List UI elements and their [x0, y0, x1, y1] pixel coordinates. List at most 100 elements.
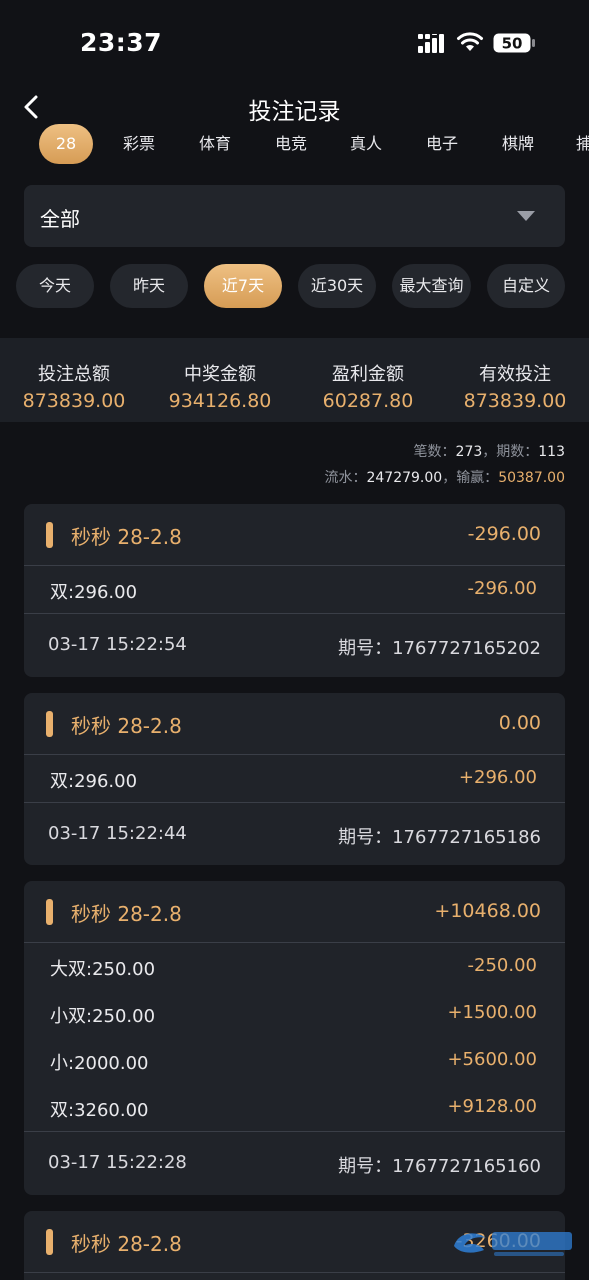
record-footer: 03-17 15:22:28 期号：1767727165160 — [24, 1132, 565, 1194]
record-bets: 大双:250.00 -250.00 小双:250.00 +1500.00 小:2… — [24, 943, 565, 1132]
record-game-name: 秒秒 28-2.8 — [71, 1232, 182, 1256]
page-title: 投注记录 — [248, 99, 341, 125]
bet-detail: 双:296.00 — [50, 771, 138, 792]
flow-stats: 流水：247279.00，输赢：50387.00 — [324, 467, 565, 487]
record-header: 秒秒 28-2.8 +10468.00 — [24, 881, 565, 943]
tab-28[interactable]: 28 — [39, 124, 93, 164]
record-header: 秒秒 28-2.8 0.00 — [24, 693, 565, 755]
record-header: 秒秒 28-2.8 -296.00 — [24, 504, 565, 566]
period-value: 1767727165160 — [392, 1156, 541, 1177]
bet-row: 小:2000.00 +5600.00 — [24, 1037, 565, 1084]
date-filter-7-days[interactable]: 近7天 — [204, 264, 282, 308]
bet-result: +296.00 — [458, 767, 537, 788]
record-game-name: 秒秒 28-2.8 — [71, 902, 182, 926]
accent-bar — [46, 522, 53, 548]
summary-value: 934126.80 — [168, 390, 272, 412]
tab-esports[interactable]: 电竞 — [269, 124, 313, 164]
summary-label: 有效投注 — [479, 364, 551, 385]
date-filter-today[interactable]: 今天 — [16, 264, 94, 308]
watermark-logo — [454, 1232, 572, 1256]
period-label: 期号： — [338, 827, 393, 848]
accent-bar — [46, 899, 53, 925]
record-period: 期号：1767727165202 — [338, 634, 541, 660]
bet-record-card[interactable]: 秒秒 28-2.8 0.00 双:296.00 +296.00 03-17 15… — [24, 693, 565, 865]
tab-slots[interactable]: 电子 — [420, 124, 464, 164]
summary-total-bet: 投注总额 873839.00 — [14, 360, 134, 412]
record-bets: 双:296.00 +296.00 — [24, 755, 565, 803]
bet-result: -296.00 — [467, 578, 537, 599]
bet-result: +9128.00 — [447, 1096, 537, 1117]
date-filter-custom[interactable]: 自定义 — [487, 264, 565, 308]
count-stats: 笔数：273，期数：113 — [414, 441, 565, 461]
game-type-select[interactable]: 全部 — [24, 185, 565, 247]
record-total: -296.00 — [467, 523, 541, 545]
record-footer: 03-17 15:22:44 期号：1767727165186 — [24, 803, 565, 865]
bet-record-card[interactable]: 秒秒 28-2.8 -296.00 双:296.00 -296.00 03-17… — [24, 504, 565, 677]
summary-value: 873839.00 — [463, 390, 567, 412]
record-game-name: 秒秒 28-2.8 — [71, 525, 182, 549]
record-time: 03-17 15:22:54 — [48, 634, 187, 655]
cellular-signal-icon — [418, 34, 444, 53]
date-filter-yesterday[interactable]: 昨天 — [110, 264, 188, 308]
periods-label: 期数： — [496, 444, 539, 460]
summary-label: 中奖金额 — [184, 364, 256, 385]
record-time: 03-17 15:22:28 — [48, 1152, 187, 1173]
periods-value: 113 — [538, 444, 565, 460]
bet-row: 双:296.00 +296.00 — [24, 755, 565, 802]
bet-row: 双:3260.00 +9128.00 — [24, 1084, 565, 1131]
tab-fishing[interactable]: 捕 — [576, 124, 589, 164]
caret-down-icon — [517, 211, 535, 221]
tab-lottery[interactable]: 彩票 — [117, 124, 161, 164]
flow-value: 247279.00 — [366, 470, 443, 486]
count-label: 笔数： — [413, 444, 456, 460]
win-value: 50387.00 — [498, 470, 565, 486]
period-label: 期号： — [338, 638, 393, 659]
count-value: 273 — [455, 444, 483, 460]
tab-live[interactable]: 真人 — [344, 124, 388, 164]
separator: ， — [482, 444, 497, 460]
wifi-icon — [457, 32, 483, 51]
date-filter-30-days[interactable]: 近30天 — [298, 264, 376, 308]
date-filter-max[interactable]: 最大查询 — [392, 264, 471, 308]
win-label: 输赢： — [456, 470, 499, 486]
bet-record-card[interactable]: 秒秒 28-2.8 +10468.00 大双:250.00 -250.00 小双… — [24, 881, 565, 1195]
bet-detail: 小双:250.00 — [50, 1006, 156, 1027]
period-value: 1767727165202 — [392, 638, 541, 659]
separator: ， — [442, 470, 457, 486]
record-game-name: 秒秒 28-2.8 — [71, 714, 182, 738]
tab-sports[interactable]: 体育 — [193, 124, 237, 164]
status-bar: 23:37 50 — [0, 0, 589, 80]
record-period: 期号：1767727165186 — [338, 823, 541, 849]
record-total: 0.00 — [498, 712, 541, 734]
summary-valid-bet: 有效投注 873839.00 — [455, 360, 575, 412]
bet-detail: 双:296.00 — [50, 582, 138, 603]
bet-result: +5600.00 — [447, 1049, 537, 1070]
bet-row: 小双:250.00 +1500.00 — [24, 990, 565, 1037]
bet-result: +1500.00 — [447, 1002, 537, 1023]
accent-bar — [46, 1229, 53, 1255]
summary-label: 盈利金额 — [332, 364, 404, 385]
record-total: +10468.00 — [434, 900, 541, 922]
bet-detail: 小:2000.00 — [50, 1053, 149, 1074]
bet-result: -250.00 — [467, 955, 537, 976]
bet-row: 大双:250.00 -250.00 — [24, 943, 565, 990]
summary-band: 投注总额 873839.00 中奖金额 934126.80 盈利金额 60287… — [0, 338, 589, 422]
summary-label: 投注总额 — [38, 364, 110, 385]
record-bets: 双:296.00 -296.00 — [24, 566, 565, 614]
period-value: 1767727165186 — [392, 827, 541, 848]
bet-detail: 大双:250.00 — [50, 959, 156, 980]
accent-bar — [46, 711, 53, 737]
game-type-selected: 全部 — [40, 207, 80, 231]
period-label: 期号： — [338, 1156, 393, 1177]
summary-value: 873839.00 — [22, 390, 126, 412]
record-footer: 03-17 15:22:54 期号：1767727165202 — [24, 614, 565, 676]
game-category-tabs: 28 彩票 体育 电竞 真人 电子 棋牌 捕 — [0, 124, 589, 168]
tab-chess[interactable]: 棋牌 — [496, 124, 540, 164]
record-time: 03-17 15:22:44 — [48, 823, 187, 844]
flow-label: 流水： — [324, 470, 367, 486]
summary-value: 60287.80 — [322, 390, 414, 412]
summary-profit: 盈利金额 60287.80 — [308, 360, 428, 412]
battery-icon: 50 — [493, 33, 535, 53]
battery-level: 50 — [502, 35, 523, 53]
status-time: 23:37 — [80, 28, 163, 57]
